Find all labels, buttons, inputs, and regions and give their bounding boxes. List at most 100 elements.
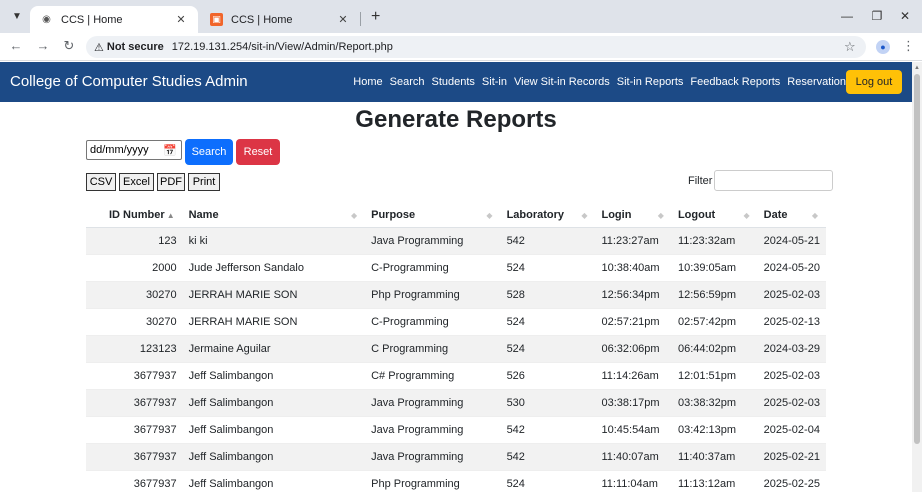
cell-login: 11:14:26am	[595, 362, 672, 390]
cell-id-number: 3677937	[86, 443, 183, 471]
cell-logout: 12:56:59pm	[671, 281, 758, 309]
cell-logout: 03:38:32pm	[671, 389, 758, 417]
cell-login: 10:45:54am	[595, 416, 672, 444]
page-title: Generate Reports	[355, 106, 557, 133]
minimize-icon[interactable]: —	[840, 9, 854, 23]
table-row: 3677937 Jeff Salimbangon Java Programming 5…	[86, 389, 826, 417]
page-scrollbar[interactable]: ▲	[912, 62, 922, 492]
header-logout[interactable]: Logout ◆	[671, 203, 758, 228]
cell-logout: 06:44:02pm	[671, 335, 758, 363]
nav-link-view-sit-in-records[interactable]: View Sit-in Records	[514, 76, 610, 88]
window-close-icon[interactable]: ✕	[898, 9, 912, 23]
page-viewport: College of Computer Studies Admin Home S…	[0, 62, 912, 492]
header-name[interactable]: Name ◆	[182, 203, 366, 228]
new-tab-plus-icon[interactable]: +	[371, 8, 380, 26]
cell-logout: 11:23:32am	[671, 227, 758, 255]
browser-tabstrip: ▼ ◉ CCS | Home ✕ ▣ CCS | Home ✕ + — ❐ ✕	[0, 0, 922, 33]
back-arrow-icon[interactable]: ←	[9, 39, 23, 53]
cell-login: 06:32:06pm	[595, 335, 672, 363]
filter-input[interactable]	[714, 170, 833, 191]
cell-laboratory: 542	[500, 443, 596, 471]
cell-logout: 10:39:05am	[671, 254, 758, 282]
cell-purpose: C-Programming	[365, 254, 501, 282]
restore-icon[interactable]: ❐	[870, 9, 884, 23]
cell-name: JERRAH MARIE SON	[182, 281, 366, 309]
cell-login: 02:57:21pm	[595, 308, 672, 336]
close-icon[interactable]: ✕	[336, 13, 350, 26]
tab-search-chevron-down-icon[interactable]: ▼	[10, 10, 24, 24]
date-input[interactable]: dd/mm/yyyy 📅	[86, 140, 182, 160]
header-laboratory[interactable]: Laboratory ◆	[500, 203, 596, 228]
cell-name: Jeff Salimbangon	[182, 443, 366, 471]
table-row: 30270 JERRAH MARIE SON C-Programming 524 02:…	[86, 308, 826, 336]
star-icon[interactable]: ☆	[844, 39, 856, 55]
reset-button[interactable]: Reset	[236, 139, 280, 165]
warning-icon: ⚠	[94, 41, 104, 54]
address-bar[interactable]: ⚠ Not secure 172.19.131.254/sit-in/View/…	[86, 36, 866, 58]
cell-laboratory: 524	[500, 470, 596, 492]
cell-laboratory: 530	[500, 389, 596, 417]
cell-id-number: 3677937	[86, 362, 183, 390]
nav-link-students[interactable]: Students	[432, 76, 475, 88]
calendar-icon[interactable]: 📅	[163, 142, 177, 160]
browser-toolbar: ← → ↻ ⚠ Not secure 172.19.131.254/sit-in…	[0, 33, 922, 61]
search-button[interactable]: Search	[185, 139, 233, 165]
nav-link-sit-in-reports[interactable]: Sit-in Reports	[617, 76, 684, 88]
date-input-value: dd/mm/yyyy	[90, 144, 149, 156]
sort-arrows-icon: ◆	[486, 211, 493, 220]
table-row: 123 ki ki Java Programming 542 11:23:27am 11:…	[86, 227, 826, 255]
cell-login: 11:40:07am	[595, 443, 672, 471]
cell-name: Jermaine Aguilar	[182, 335, 366, 363]
brand-title[interactable]: College of Computer Studies Admin	[10, 73, 248, 90]
header-login[interactable]: Login ◆	[595, 203, 672, 228]
nav-links: Home Search Students Sit-in View Sit-in …	[346, 76, 846, 88]
header-date[interactable]: Date ◆	[757, 203, 826, 228]
cell-purpose: Java Programming	[365, 416, 501, 444]
table-row: 3677937 Jeff Salimbangon C# Programming 526…	[86, 362, 826, 390]
header-id-number[interactable]: ID Number ▲	[86, 203, 183, 228]
browser-tab-inactive[interactable]: ▣ CCS | Home ✕	[200, 6, 360, 33]
nav-link-sit-in[interactable]: Sit-in	[482, 76, 507, 88]
nav-link-feedback-reports[interactable]: Feedback Reports	[690, 76, 780, 88]
csv-button[interactable]: CSV	[86, 173, 116, 191]
excel-button[interactable]: Excel	[119, 173, 154, 191]
sort-arrows-icon: ◆	[581, 211, 588, 220]
nav-link-home[interactable]: Home	[353, 76, 382, 88]
cell-logout: 03:42:13pm	[671, 416, 758, 444]
reload-icon[interactable]: ↻	[62, 39, 76, 53]
tab-title: CCS | Home	[231, 13, 293, 26]
kebab-menu-icon[interactable]: ⋮	[902, 38, 915, 54]
cell-id-number: 3677937	[86, 470, 183, 492]
close-icon[interactable]: ✕	[174, 13, 188, 26]
cell-logout: 11:13:12am	[671, 470, 758, 492]
cell-name: ki ki	[182, 227, 366, 255]
cell-laboratory: 524	[500, 335, 596, 363]
nav-link-reservation[interactable]: Reservation	[787, 76, 846, 88]
cell-date: 2025-02-21	[757, 443, 826, 471]
security-label: Not secure	[106, 41, 164, 53]
sort-arrows-icon: ▲	[166, 211, 175, 220]
browser-tab-active[interactable]: ◉ CCS | Home ✕	[30, 6, 198, 33]
cell-laboratory: 542	[500, 416, 596, 444]
tab-title: CCS | Home	[61, 13, 123, 26]
profile-avatar-icon[interactable]: ●	[876, 40, 890, 54]
site-favicon-icon: ▣	[210, 13, 223, 26]
scrollbar-thumb[interactable]	[914, 74, 920, 444]
forward-arrow-icon[interactable]: →	[36, 39, 50, 53]
cell-date: 2025-02-03	[757, 281, 826, 309]
pdf-button[interactable]: PDF	[157, 173, 185, 191]
logout-button[interactable]: Log out	[846, 70, 902, 94]
header-purpose[interactable]: Purpose ◆	[365, 203, 501, 228]
cell-purpose: Php Programming	[365, 281, 501, 309]
table-body: 123 ki ki Java Programming 542 11:23:27am 11:…	[86, 227, 826, 492]
scroll-up-arrow-icon[interactable]: ▲	[914, 65, 920, 71]
cell-name: Jeff Salimbangon	[182, 389, 366, 417]
chrome-icon: ◉	[42, 14, 51, 25]
print-button[interactable]: Print	[188, 173, 220, 191]
sort-arrows-icon: ◆	[743, 211, 750, 220]
cell-id-number: 3677937	[86, 389, 183, 417]
tab-separator	[360, 12, 361, 26]
nav-link-search[interactable]: Search	[390, 76, 425, 88]
filter-label: Filter	[688, 175, 713, 187]
table-row: 3677937 Jeff Salimbangon Php Programming 52…	[86, 470, 826, 492]
